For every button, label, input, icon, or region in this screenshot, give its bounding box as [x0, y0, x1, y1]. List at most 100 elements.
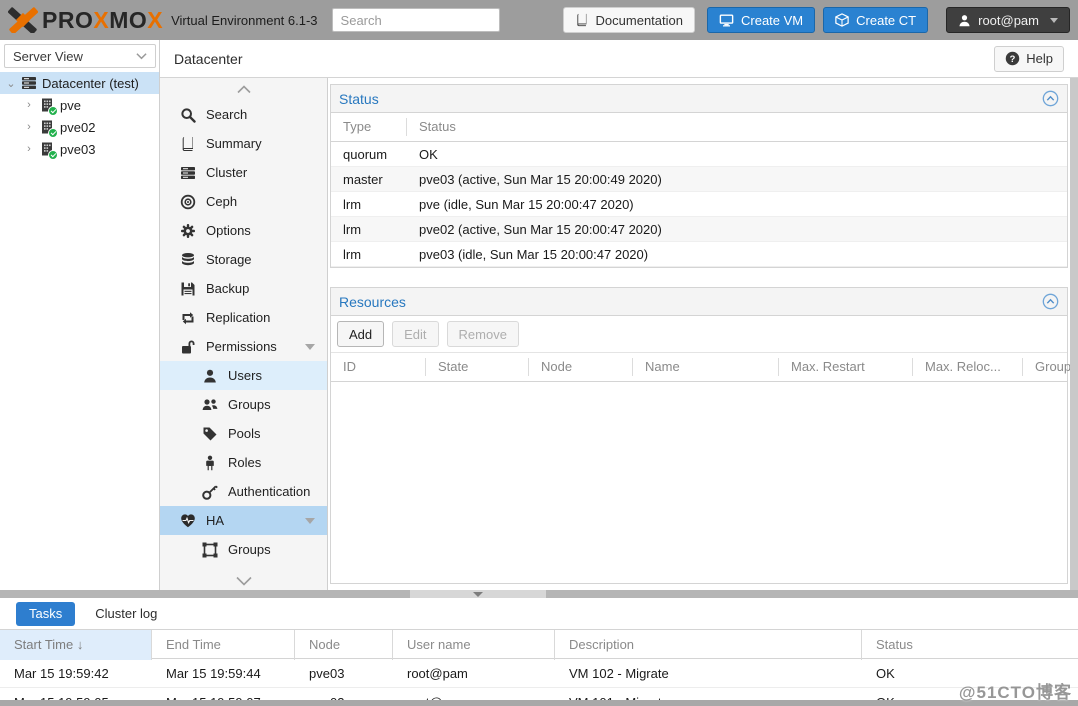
status-panel-header: Status — [331, 85, 1067, 113]
global-search-input[interactable] — [331, 8, 500, 32]
documentation-button[interactable]: Documentation — [562, 7, 695, 33]
svg-text:?: ? — [1010, 54, 1016, 64]
vertical-scrollbar[interactable] — [1070, 78, 1078, 590]
cell-status: pve03 (idle, Sun Mar 15 20:00:47 2020) — [419, 246, 649, 262]
status-ok-badge — [48, 106, 58, 116]
col-header-end-time[interactable]: End Time — [152, 630, 295, 660]
watermark: @51CTO博客 — [958, 683, 1072, 702]
tree-item-pve03[interactable]: › pve03 — [0, 138, 159, 160]
tab-cluster-log[interactable]: Cluster log — [95, 606, 157, 621]
breadcrumb-bar: Datacenter ? Help — [160, 40, 1078, 78]
collapse-panel-icon[interactable] — [1042, 293, 1059, 310]
menu-scroll-up[interactable] — [160, 78, 327, 100]
status-row[interactable]: lrm pve (idle, Sun Mar 15 20:00:47 2020) — [331, 192, 1067, 217]
create-vm-button[interactable]: Create VM — [707, 7, 816, 33]
menu-item-ha-groups[interactable]: Groups — [160, 535, 327, 564]
menu-scroll-down[interactable] — [160, 570, 327, 592]
status-table-header: Type Status — [331, 113, 1067, 142]
tab-tasks[interactable]: Tasks — [16, 601, 76, 626]
ceph-icon — [180, 194, 196, 209]
status-row[interactable]: master pve03 (active, Sun Mar 15 20:00:4… — [331, 167, 1067, 192]
cell-status: pve03 (active, Sun Mar 15 20:00:49 2020) — [419, 171, 662, 187]
users-icon — [202, 398, 218, 410]
create-ct-button[interactable]: Create CT — [823, 7, 929, 33]
edit-button[interactable]: Edit — [392, 321, 439, 347]
col-header-id[interactable]: ID — [331, 358, 426, 376]
menu-item-search[interactable]: Search — [160, 100, 327, 129]
col-header-start-time[interactable]: Start Time ↓ — [0, 630, 152, 660]
col-header-group[interactable]: Group — [1023, 358, 1071, 376]
resources-toolbar: Add Edit Remove — [331, 316, 1067, 353]
col-header-name[interactable]: Name — [633, 358, 779, 376]
remove-button[interactable]: Remove — [446, 321, 519, 347]
resources-panel-title: Resources — [339, 293, 406, 310]
col-header-max-reloc[interactable]: Max. Reloc... — [913, 358, 1023, 376]
menu-item-ceph[interactable]: Ceph — [160, 187, 327, 216]
question-icon: ? — [1006, 51, 1020, 66]
chevron-down-icon — [136, 53, 147, 60]
user-icon — [959, 14, 970, 26]
resource-tree-panel: Server View ⌄ Datacenter (test) › pve › … — [0, 40, 160, 590]
status-row[interactable]: lrm pve02 (active, Sun Mar 15 20:00:47 2… — [331, 217, 1067, 242]
task-row[interactable]: Mar 15 19:59:42 Mar 15 19:59:44 pve03 ro… — [0, 659, 1078, 688]
tree-item-datacenter[interactable]: ⌄ Datacenter (test) — [0, 72, 159, 94]
help-button[interactable]: ? Help — [994, 45, 1064, 72]
tree-item-pve02[interactable]: › pve02 — [0, 116, 159, 138]
menu-item-replication[interactable]: Replication — [160, 303, 327, 332]
bottom-tabs: Tasks Cluster log — [0, 598, 1078, 629]
menu-item-label: Search — [206, 107, 248, 122]
menu-item-permissions[interactable]: Permissions — [160, 332, 327, 361]
menu-item-authentication[interactable]: Authentication — [160, 477, 327, 506]
database-icon — [182, 252, 194, 265]
menu-item-ha[interactable]: HA — [160, 506, 327, 535]
datacenter-icon — [21, 75, 37, 91]
col-header-status[interactable]: Status — [407, 118, 1067, 136]
status-row[interactable]: lrm pve03 (idle, Sun Mar 15 20:00:47 202… — [331, 242, 1067, 267]
menu-item-label: Backup — [206, 281, 250, 296]
menu-item-users[interactable]: Users — [160, 361, 327, 390]
caret-expanded-icon[interactable]: ⌄ — [6, 77, 16, 90]
search-icon — [181, 107, 196, 123]
node-icon — [39, 141, 58, 160]
caret-collapsed-icon[interactable]: › — [24, 121, 34, 133]
menu-item-roles[interactable]: Roles — [160, 448, 327, 477]
splitter-handle[interactable] — [410, 590, 546, 598]
tree-item-label: pve02 — [60, 119, 96, 135]
gear-icon — [181, 223, 195, 238]
horizontal-scrollbar[interactable] — [0, 700, 1078, 706]
add-button[interactable]: Add — [337, 321, 385, 347]
col-header-status[interactable]: Status — [862, 630, 1078, 660]
collapse-panel-icon[interactable] — [1042, 90, 1059, 107]
col-header-description[interactable]: Description — [555, 630, 862, 660]
horizontal-splitter[interactable] — [0, 590, 1078, 598]
col-header-type[interactable]: Type — [331, 118, 407, 136]
status-row[interactable]: quorum OK — [331, 142, 1067, 167]
view-selector[interactable]: Server View — [4, 44, 156, 68]
floppy-icon — [181, 282, 195, 295]
col-header-state[interactable]: State — [426, 358, 529, 376]
caret-collapsed-icon[interactable]: › — [24, 143, 34, 155]
collapse-down-icon — [473, 591, 483, 597]
tree-item-pve[interactable]: › pve — [0, 94, 159, 116]
tree-item-label: Datacenter (test) — [42, 75, 139, 91]
menu-item-label: Authentication — [228, 484, 311, 499]
user-menu-button[interactable]: root@pam — [946, 7, 1070, 33]
top-header: PROXMOX Virtual Environment 6.1-3 Docume… — [0, 0, 1078, 40]
menu-item-label: Summary — [206, 136, 262, 151]
menu-item-cluster[interactable]: Cluster — [160, 158, 327, 187]
menu-item-pools[interactable]: Pools — [160, 419, 327, 448]
caret-collapsed-icon[interactable]: › — [24, 99, 34, 111]
col-header-node[interactable]: Node — [529, 358, 633, 376]
chevron-down-icon — [1050, 17, 1058, 23]
col-header-node[interactable]: Node — [295, 630, 393, 660]
menu-item-backup[interactable]: Backup — [160, 274, 327, 303]
menu-item-summary[interactable]: Summary — [160, 129, 327, 158]
collapse-arrow-icon[interactable] — [305, 517, 315, 524]
collapse-arrow-icon[interactable] — [305, 343, 315, 350]
cube-icon — [835, 13, 849, 27]
menu-item-groups[interactable]: Groups — [160, 390, 327, 419]
menu-item-storage[interactable]: Storage — [160, 245, 327, 274]
col-header-max-restart[interactable]: Max. Restart — [779, 358, 913, 376]
menu-item-options[interactable]: Options — [160, 216, 327, 245]
col-header-user-name[interactable]: User name — [393, 630, 555, 660]
